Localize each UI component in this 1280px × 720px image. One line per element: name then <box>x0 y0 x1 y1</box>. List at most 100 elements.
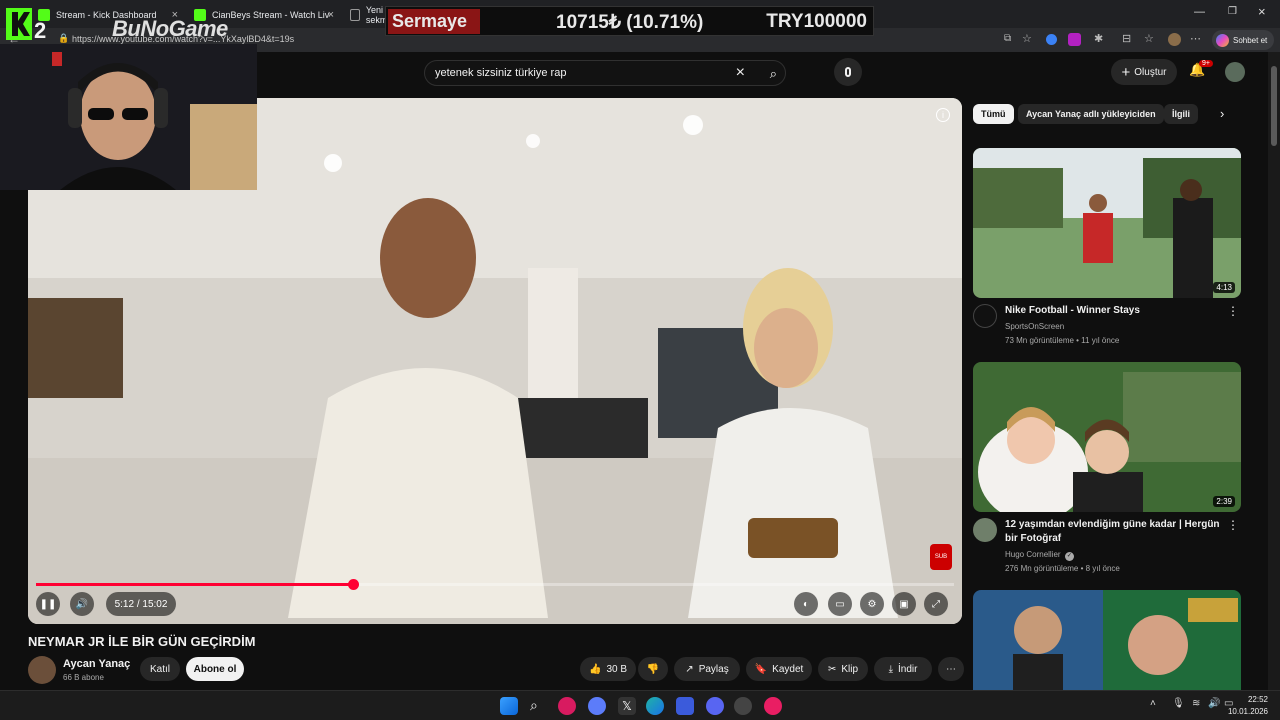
share-icon: ↗ <box>685 663 694 675</box>
favorites-icon[interactable]: ☆ <box>1144 32 1154 45</box>
channel-name[interactable]: Aycan Yanaç <box>63 658 130 670</box>
edge-icon[interactable] <box>646 697 664 715</box>
obs-icon[interactable] <box>734 697 752 715</box>
webcam-overlay <box>0 44 257 190</box>
split-screen-icon[interactable]: ⊟ <box>1122 32 1131 45</box>
more-actions-button[interactable]: ⋯ <box>938 657 964 681</box>
clock-date: 10.01.2026 <box>1227 707 1268 716</box>
recommendation-channel[interactable]: SportsOnScreen <box>1005 322 1064 331</box>
capital-ticker: Sermaye 10715₺ (10.71%) TRY100000 <box>385 6 874 36</box>
download-icon: ⤓ <box>888 663 893 675</box>
close-icon[interactable]: × <box>328 9 334 21</box>
video-thumbnail[interactable]: 2:39 <box>973 362 1241 512</box>
video-thumbnail[interactable]: 4:13 <box>973 148 1241 298</box>
mic-icon <box>845 67 851 77</box>
x-app-icon[interactable]: 𝕏 <box>618 697 636 715</box>
subscribe-watermark-icon[interactable]: SUB <box>930 544 952 570</box>
more-vertical-icon[interactable]: ⋮ <box>1227 304 1239 318</box>
clip-button[interactable]: ✂ Klip <box>818 657 868 681</box>
share-button[interactable]: ↗ Paylaş <box>674 657 740 681</box>
video-thumbnail[interactable] <box>973 590 1241 690</box>
wifi-icon[interactable]: ≋ <box>1192 698 1200 709</box>
create-button[interactable]: + Oluştur <box>1111 59 1177 85</box>
chip-all[interactable]: Tümü <box>973 104 1014 124</box>
mic-icon[interactable]: 🎙 <box>1172 698 1185 709</box>
more-icon: ⋯ <box>946 663 956 675</box>
page-icon <box>350 9 360 21</box>
open-in-app-icon[interactable]: ⧉ <box>1004 33 1011 44</box>
chip-related[interactable]: İlgili <box>1164 104 1198 124</box>
volume-icon[interactable]: 🔊 <box>1208 698 1220 709</box>
save-button[interactable]: 🔖 Kaydet <box>746 657 812 681</box>
autoplay-toggle[interactable]: ◐ <box>794 592 818 616</box>
page-scrollbar[interactable] <box>1268 52 1280 690</box>
search-input[interactable]: yetenek sizsiniz türkiye rap <box>435 67 566 79</box>
windows-start-icon[interactable] <box>500 697 518 715</box>
chevron-up-icon[interactable]: ˄ <box>1150 698 1156 709</box>
recommendation-item[interactable]: 4:13 Nike Football - Winner Stays Sports… <box>973 148 1241 348</box>
plus-icon: + <box>1121 63 1131 81</box>
avatar[interactable] <box>1168 33 1181 46</box>
extension-icon[interactable] <box>1068 33 1081 46</box>
system-clock[interactable]: 22:52 10.01.2026 <box>1228 694 1268 718</box>
channel-avatar[interactable] <box>973 304 997 328</box>
media-app-icon[interactable] <box>764 697 782 715</box>
voice-search-button[interactable] <box>834 58 862 86</box>
minimize-icon[interactable]: — <box>1194 6 1205 18</box>
settings-icon[interactable]: ⚙ <box>860 592 884 616</box>
channel-avatar[interactable] <box>28 656 56 684</box>
star-icon[interactable]: ☆ <box>1022 32 1032 45</box>
like-button[interactable]: 👍 30 B <box>580 657 636 681</box>
progress-bar[interactable] <box>36 579 954 590</box>
chevron-right-icon[interactable]: › <box>1220 106 1224 121</box>
recommendation-item[interactable] <box>973 590 1241 690</box>
verified-icon: ✓ <box>1064 552 1074 561</box>
notification-badge: 9+ <box>1199 60 1213 67</box>
duration-badge: 2:39 <box>1213 496 1235 507</box>
fullscreen-icon[interactable]: ⤢ <box>924 592 948 616</box>
theater-mode-icon[interactable]: ▣ <box>892 592 916 616</box>
clear-icon[interactable]: × <box>736 64 745 82</box>
search-icon[interactable]: ⌕ <box>770 66 777 82</box>
close-window-icon[interactable]: × <box>1258 4 1266 19</box>
extension-icon[interactable] <box>1046 34 1057 45</box>
tab-title: CianBeys Stream - Watch Live on Kick <box>212 10 330 20</box>
duration-badge: 4:13 <box>1213 282 1235 293</box>
download-button[interactable]: ⤓ İndir <box>874 657 932 681</box>
account-avatar[interactable] <box>1225 62 1245 82</box>
info-icon[interactable]: i <box>936 108 950 122</box>
app-icon[interactable] <box>588 697 606 715</box>
chip-from-uploader[interactable]: Aycan Yanaç adlı yükleyiciden <box>1018 104 1164 124</box>
ticker-value: 10715₺ (10.71%) <box>556 12 704 33</box>
lock-icon[interactable]: 🔒 <box>58 33 69 44</box>
store-icon[interactable] <box>676 697 694 715</box>
webcam-feed <box>0 44 257 190</box>
recommendation-title[interactable]: Nike Football - Winner Stays <box>1005 304 1230 318</box>
recommendation-title[interactable]: 12 yaşımdan evlendiğim güne kadar | Herg… <box>1005 518 1230 546</box>
progress-scrubber[interactable] <box>347 579 359 590</box>
subscribe-button[interactable]: Abone ol <box>186 657 244 681</box>
time-display: 5:12 / 15:02 <box>106 592 176 616</box>
copilot-chat-button[interactable]: Sohbet et <box>1212 30 1274 50</box>
maximize-icon[interactable]: ❐ <box>1228 6 1237 17</box>
search-box[interactable]: yetenek sizsiniz türkiye rap × ⌕ <box>424 60 786 86</box>
scrollbar-thumb[interactable] <box>1271 66 1277 146</box>
discord-icon[interactable] <box>706 697 724 715</box>
puzzle-icon[interactable]: ✱ <box>1094 32 1103 45</box>
more-icon[interactable]: ⋯ <box>1190 32 1201 45</box>
channel-avatar[interactable] <box>973 518 997 542</box>
recommendation-channel[interactable]: Hugo Cornellier ✓ <box>1005 550 1074 561</box>
pause-button[interactable]: ❚❚ <box>36 592 60 616</box>
volume-button[interactable]: 🔊 <box>70 592 94 616</box>
dislike-button[interactable]: 👎 <box>638 657 668 681</box>
more-vertical-icon[interactable]: ⋮ <box>1227 518 1239 532</box>
ticker-label: Sermaye <box>388 9 480 34</box>
recommendation-item[interactable]: 2:39 12 yaşımdan evlendiğim güne kadar |… <box>973 362 1241 573</box>
recommendation-meta: 73 Mn görüntüleme • 11 yıl önce <box>1005 336 1120 345</box>
join-button[interactable]: Katıl <box>140 657 180 681</box>
copilot-label: Sohbet et <box>1233 35 1268 45</box>
thumbnail-image <box>973 590 1241 690</box>
search-icon[interactable]: ⌕ <box>530 697 538 714</box>
media-player-icon[interactable] <box>558 697 576 715</box>
subtitles-icon[interactable]: ▭ <box>828 592 852 616</box>
